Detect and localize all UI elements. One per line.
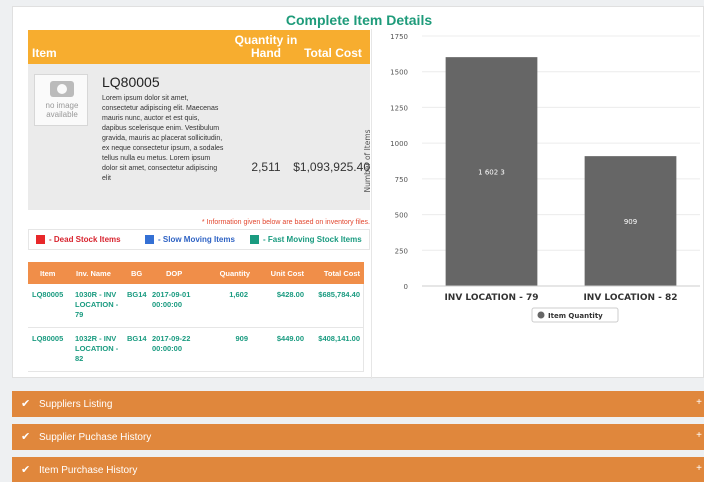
item-quantity-chart: 0 250 500 750 1000 1250 1500 1750 Number of Item… bbox=[363, 33, 700, 323]
expand-icon[interactable]: + bbox=[696, 430, 702, 441]
col-bg: BG bbox=[131, 269, 143, 278]
row-total-cost: $408,141.00 bbox=[318, 334, 360, 343]
y-tick-label: 1500 bbox=[390, 69, 408, 77]
accordion-supplier-purchase-history[interactable]: ✔ Supplier Puchase History + bbox=[12, 424, 704, 450]
row-unit-cost: $449.00 bbox=[276, 334, 304, 343]
col-unit-cost: Unit Cost bbox=[270, 269, 304, 278]
legend-label: Item Quantity bbox=[548, 312, 603, 320]
check-icon: ✔ bbox=[21, 464, 31, 476]
expand-icon[interactable]: + bbox=[696, 463, 702, 474]
y-axis-title: Number of Items bbox=[363, 129, 372, 192]
inventory-table: Item Inv. Name BG DOP Quantity Unit Cost… bbox=[28, 262, 364, 372]
table-row[interactable]: LQ80005 1030R - INV LOCATION - 79 BG14 2… bbox=[28, 284, 364, 328]
y-tick-label: 250 bbox=[395, 247, 408, 255]
item-image-placeholder: no image available bbox=[34, 74, 88, 126]
dead-stock-swatch bbox=[36, 235, 45, 244]
row-item: LQ80005 bbox=[32, 334, 64, 343]
row-bg: BG14 bbox=[127, 290, 147, 299]
y-tick-label: 1000 bbox=[390, 140, 408, 148]
row-bg: BG14 bbox=[127, 334, 147, 343]
info-note: * Information given below are based on i… bbox=[201, 219, 370, 226]
accordion-label: Suppliers Listing bbox=[39, 399, 113, 410]
item-description: Lorem ipsum dolor sit amet, consectetur … bbox=[102, 95, 224, 182]
accordion-suppliers-listing[interactable]: ✔ Suppliers Listing + bbox=[12, 391, 704, 417]
y-tick-label: 1250 bbox=[390, 104, 408, 112]
col-quantity: Quantity bbox=[219, 269, 250, 278]
dead-stock-label: - Dead Stock Items bbox=[49, 235, 121, 244]
row-dop: 2017-09-01 00:00:00 bbox=[152, 290, 191, 309]
check-icon: ✔ bbox=[21, 431, 31, 443]
y-tick-label: 750 bbox=[395, 176, 408, 184]
header-quantity: Quantity in Hand bbox=[234, 33, 298, 60]
col-inv-name: Inv. Name bbox=[76, 269, 111, 278]
camera-icon bbox=[50, 81, 74, 97]
x-tick-label: INV LOCATION - 82 bbox=[583, 293, 677, 303]
item-quantity: 2,511 bbox=[251, 160, 281, 174]
data-label: 1 602 3 bbox=[478, 169, 505, 177]
no-image-text: no image available bbox=[45, 101, 79, 119]
row-dop: 2017-09-22 00:00:00 bbox=[152, 334, 191, 353]
slow-moving-swatch bbox=[145, 235, 154, 244]
y-tick-label: 500 bbox=[395, 212, 408, 220]
inventory-table-header: Item Inv. Name BG DOP Quantity Unit Cost… bbox=[28, 262, 364, 284]
col-item: Item bbox=[40, 269, 56, 278]
stock-legend: - Dead Stock Items - Slow Moving Items -… bbox=[28, 229, 370, 250]
row-inv-name: 1032R - INV LOCATION - 82 bbox=[75, 334, 119, 363]
table-row[interactable]: LQ80005 1032R - INV LOCATION - 82 BG14 2… bbox=[28, 328, 364, 372]
row-unit-cost: $428.00 bbox=[276, 290, 304, 299]
fast-moving-swatch bbox=[250, 235, 259, 244]
accordion-label: Item Purchase History bbox=[39, 465, 138, 476]
y-tick-label: 1750 bbox=[390, 33, 408, 41]
header-item: Item bbox=[32, 46, 57, 60]
row-quantity: 1,602 bbox=[229, 290, 248, 299]
accordion-item-purchase-history[interactable]: ✔ Item Purchase History + bbox=[12, 457, 704, 482]
legend-swatch bbox=[537, 311, 545, 319]
slow-moving-label: - Slow Moving Items bbox=[158, 235, 235, 244]
item-code: LQ80005 bbox=[102, 74, 160, 90]
item-summary-row: no image available LQ80005 Lorem ipsum d… bbox=[28, 64, 370, 210]
check-icon: ✔ bbox=[21, 398, 31, 410]
data-label: 909 bbox=[624, 218, 637, 226]
accordion-label: Supplier Puchase History bbox=[39, 432, 152, 443]
x-tick-label: INV LOCATION - 79 bbox=[444, 293, 538, 303]
y-tick-label: 0 bbox=[404, 283, 408, 291]
item-summary-table: Item Quantity in Hand Total Cost no imag… bbox=[28, 30, 370, 210]
expand-icon[interactable]: + bbox=[696, 397, 702, 408]
row-item: LQ80005 bbox=[32, 290, 64, 299]
row-inv-name: 1030R - INV LOCATION - 79 bbox=[75, 290, 119, 319]
item-summary-header: Item Quantity in Hand Total Cost bbox=[28, 30, 370, 64]
row-quantity: 909 bbox=[235, 334, 248, 343]
